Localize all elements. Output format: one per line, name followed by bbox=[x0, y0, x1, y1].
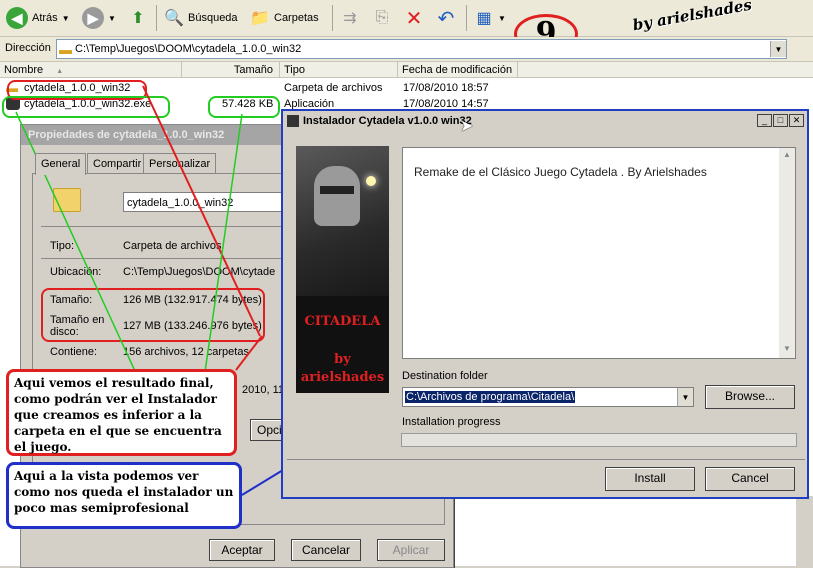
installer-logo: CITADELA by arielshades bbox=[296, 146, 389, 393]
logo-title: CITADELA bbox=[304, 314, 381, 329]
maximize-button[interactable]: □ bbox=[773, 114, 788, 127]
logo-author: arielshades bbox=[300, 370, 385, 385]
destination-value: C:\Archivos de programa\Citadela\ bbox=[405, 391, 576, 403]
logo-by: by bbox=[334, 352, 351, 367]
robot-visor bbox=[320, 186, 354, 194]
close-button[interactable]: ✕ bbox=[789, 114, 804, 127]
description-text: Remake de el Clásico Juego Cytadela . By… bbox=[414, 165, 707, 179]
progress-label: Installation progress bbox=[402, 416, 501, 428]
progress-bar bbox=[401, 433, 797, 447]
installer-titlebar: Instalador Cytadela v1.0.0 win32 _ □ ✕ bbox=[283, 111, 807, 131]
minimize-button[interactable]: _ bbox=[757, 114, 772, 127]
annotation-red: Aqui vemos el resultado final, como podr… bbox=[6, 369, 237, 456]
robot-head bbox=[314, 166, 360, 226]
installer-title: Instalador Cytadela v1.0.0 win32 bbox=[303, 115, 472, 127]
destination-select[interactable]: C:\Archivos de programa\Citadela\ ▼ bbox=[402, 387, 694, 407]
description-box[interactable]: Remake de el Clásico Juego Cytadela . By… bbox=[402, 147, 796, 359]
scrollbar[interactable]: ▲ ▼ bbox=[779, 148, 795, 358]
divider bbox=[287, 459, 805, 460]
robot-image bbox=[296, 146, 389, 296]
chevron-down-icon[interactable]: ▼ bbox=[783, 344, 791, 353]
chevron-down-icon[interactable]: ▼ bbox=[677, 388, 693, 406]
install-button[interactable]: Install bbox=[605, 467, 695, 491]
installer-window: Instalador Cytadela v1.0.0 win32 _ □ ✕ C… bbox=[281, 109, 809, 499]
browse-button[interactable]: Browse... bbox=[705, 385, 795, 409]
star-glow bbox=[366, 176, 376, 186]
mouse-cursor-icon: ➤ bbox=[460, 118, 474, 135]
tab-general[interactable]: General bbox=[35, 153, 87, 175]
app-icon bbox=[287, 115, 299, 127]
destination-label: Destination folder bbox=[402, 370, 488, 382]
annotation-blue: Aqui a la vista podemos ver como nos que… bbox=[6, 462, 242, 529]
cancel-button[interactable]: Cancel bbox=[705, 467, 795, 491]
chevron-up-icon[interactable]: ▲ bbox=[783, 150, 791, 159]
